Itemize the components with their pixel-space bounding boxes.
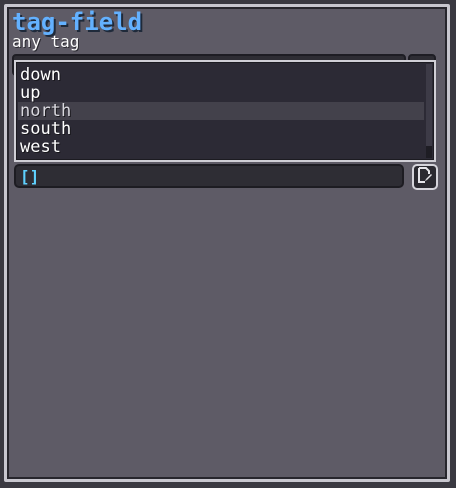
- scrollbar-thumb[interactable]: [426, 64, 432, 146]
- window-title: tag-field: [12, 8, 143, 36]
- dropdown-item-west[interactable]: west: [18, 138, 424, 156]
- dropdown-item-up[interactable]: up: [18, 84, 424, 102]
- window-subtitle: any tag: [12, 32, 80, 51]
- edit-button[interactable]: [412, 164, 438, 190]
- dropdown-item-north[interactable]: north: [18, 102, 424, 120]
- dropdown-item-south[interactable]: south: [18, 120, 424, 138]
- dropdown-scrollbar[interactable]: [426, 64, 432, 158]
- tag-input-value: []: [20, 167, 40, 186]
- tag-list: down up north south west: [18, 66, 424, 156]
- edit-icon: [417, 167, 433, 187]
- dropdown-item-down[interactable]: down: [18, 66, 424, 84]
- tag-dropdown[interactable]: down up north south west: [14, 60, 436, 162]
- tag-input-field[interactable]: []: [14, 164, 404, 188]
